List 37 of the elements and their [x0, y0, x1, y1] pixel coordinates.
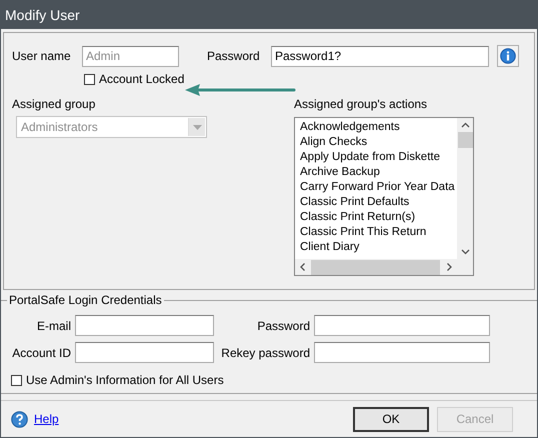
dialog-button[interactable]: OK	[353, 406, 429, 432]
field-label: Rekey password	[220, 346, 310, 360]
list-item[interactable]: Align Checks	[300, 135, 457, 150]
field-label: Password	[207, 49, 261, 63]
checkbox[interactable]	[11, 374, 22, 386]
help-icon	[11, 410, 28, 428]
list-item[interactable]: Acknowledgements	[300, 120, 457, 135]
caret-icon	[192, 124, 202, 130]
input-field[interactable]	[75, 342, 214, 363]
list-item[interactable]: Carry Forward Prior Year Data	[300, 180, 457, 195]
field-label: User name	[12, 49, 72, 63]
section-label: Assigned group's actions	[294, 97, 428, 111]
field-label: Password	[256, 318, 310, 332]
info-icon	[500, 48, 516, 64]
list-item[interactable]: Classic Print Return(s)	[300, 210, 457, 225]
list-item[interactable]: Apply Update from Diskette	[300, 150, 457, 165]
input-field[interactable]	[314, 315, 490, 336]
field-label: Account ID	[11, 346, 71, 360]
checkbox-label: Use Admin's Information for All Users	[26, 373, 224, 387]
password-field[interactable]: Password1?	[271, 46, 489, 66]
checkbox[interactable]	[84, 74, 95, 84]
input-field[interactable]	[75, 315, 214, 336]
scroll-thumb[interactable]	[458, 132, 472, 148]
actions-list[interactable]: Acknowledgements Align Checks Apply Update from Diskette Archive Backup Carry Forward Prior Year Data Classic Print Defaults Classic Print Return(s) Classic Print This Return Client Diary	[294, 117, 474, 276]
window-title: Modify User	[1, 1, 537, 29]
input-field[interactable]	[314, 342, 490, 363]
section-label: Assigned group	[12, 97, 96, 111]
group-title: PortalSafe Login Credentials	[7, 293, 164, 307]
list-item[interactable]: Client Diary	[300, 240, 457, 255]
scroll-thumb[interactable]	[311, 260, 440, 274]
list-item[interactable]: Archive Backup	[300, 165, 457, 180]
checkbox-label: Account Locked	[99, 72, 184, 86]
info-button[interactable]	[497, 45, 519, 67]
list-item[interactable]: Classic Print Defaults	[300, 195, 457, 210]
field-label: E-mail	[36, 318, 71, 332]
list-item[interactable]: Classic Print This Return	[300, 225, 457, 240]
help-link[interactable]: Help	[34, 412, 59, 426]
